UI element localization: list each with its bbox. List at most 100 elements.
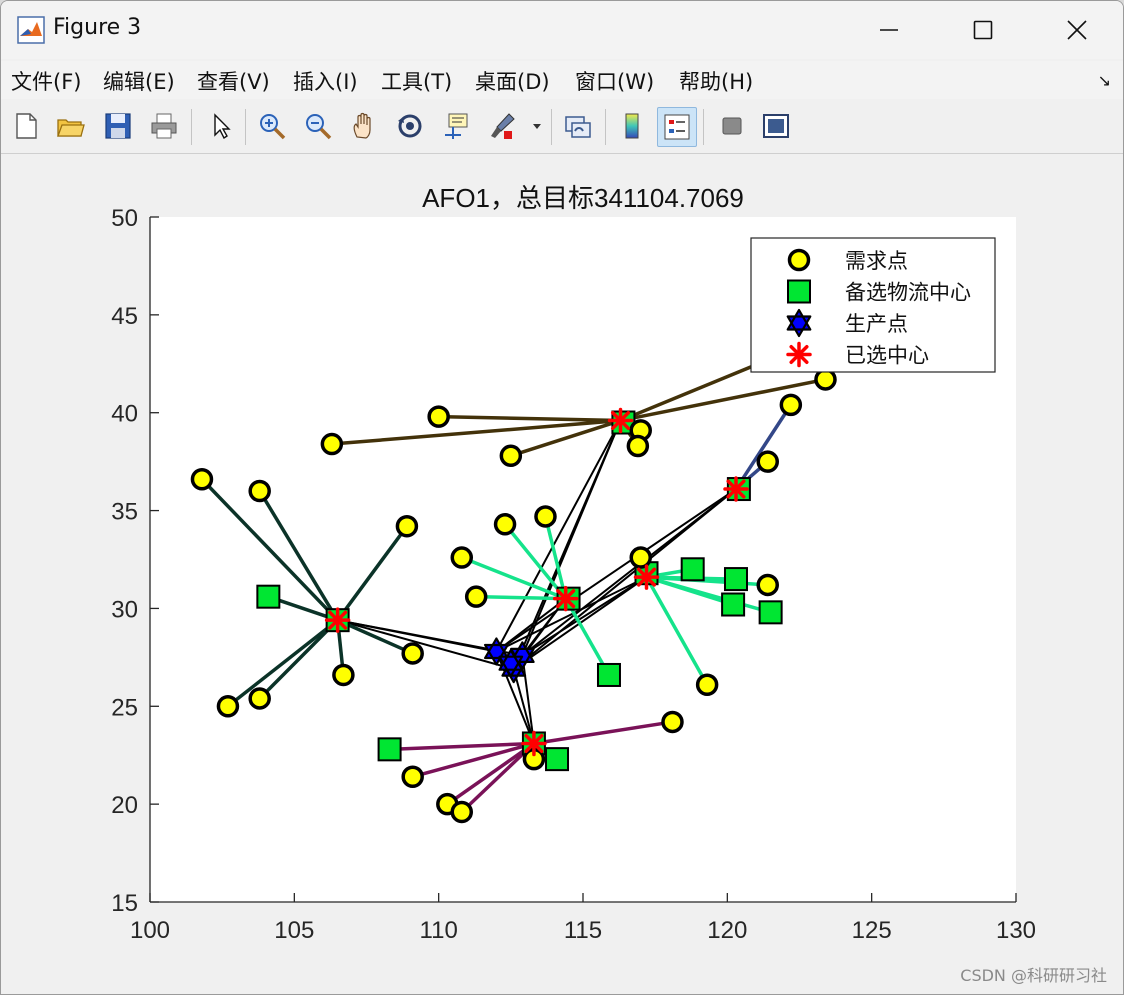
rotate-3d-button[interactable] <box>391 107 429 145</box>
show-plot-tools-button[interactable] <box>757 107 795 145</box>
close-button[interactable] <box>1031 1 1123 59</box>
hide-plot-tools-button[interactable] <box>713 107 751 145</box>
maximize-button[interactable] <box>937 1 1029 59</box>
close-icon <box>1067 20 1087 40</box>
menu-view[interactable]: 查看(V) <box>197 66 270 96</box>
demand-point-marker <box>661 710 684 734</box>
legend-demand-marker <box>787 248 811 272</box>
pan-button[interactable] <box>345 107 383 145</box>
candidate-center-marker <box>545 747 570 772</box>
demand-point-marker <box>248 687 271 710</box>
x-tick-label: 110 <box>420 917 458 944</box>
open-file-button[interactable] <box>51 107 89 145</box>
candidate-center-marker <box>256 584 281 609</box>
selected-center-marker <box>552 585 579 612</box>
zoom-out-icon <box>306 114 332 140</box>
save-icon <box>105 113 131 139</box>
legend-icon <box>664 114 690 140</box>
x-tick-label: 120 <box>707 917 747 944</box>
figure-toolbar <box>1 101 1123 154</box>
x-tick-label: 100 <box>130 917 170 944</box>
chevron-down-icon <box>533 124 541 129</box>
y-tick-label: 30 <box>111 596 138 623</box>
candidate-center-marker <box>596 662 621 687</box>
show-plot-tools-icon <box>763 114 789 138</box>
toolbar-separator <box>605 109 606 145</box>
demand-point-marker <box>756 573 779 597</box>
y-tick-label: 35 <box>111 499 138 526</box>
menu-window[interactable]: 窗口(W) <box>575 66 654 96</box>
legend-button[interactable] <box>657 107 697 147</box>
x-tick-label: 105 <box>274 917 314 944</box>
watermark: CSDN @科研研习社 <box>960 966 1107 985</box>
zoom-in-button[interactable] <box>253 107 291 145</box>
x-tick-label: 125 <box>852 917 892 944</box>
legend-selected-marker <box>786 341 812 368</box>
candidate-center-marker <box>377 737 402 762</box>
maximize-icon <box>973 20 993 40</box>
demand-point-marker <box>450 546 474 569</box>
demand-point-marker <box>626 434 650 458</box>
y-tick-label: 20 <box>111 792 138 819</box>
legend-label: 生产点 <box>845 312 908 336</box>
pan-icon <box>353 112 371 139</box>
toolbar-separator <box>245 109 246 145</box>
data-cursor-button[interactable] <box>437 107 475 145</box>
demand-point-marker <box>814 368 837 391</box>
menu-tools[interactable]: 工具(T) <box>381 66 452 96</box>
demand-point-marker <box>401 765 424 788</box>
pointer-icon <box>214 113 231 140</box>
print-button[interactable] <box>145 107 183 145</box>
demand-point-marker <box>756 450 779 473</box>
colorbar-icon <box>625 113 639 139</box>
demand-point-marker <box>395 514 419 538</box>
menu-edit[interactable]: 编辑(E) <box>103 66 175 96</box>
matlab-icon <box>17 16 45 44</box>
menu-file[interactable]: 文件(F) <box>11 66 81 96</box>
open-file-icon <box>57 119 85 137</box>
title-bar[interactable]: Figure 3 <box>1 1 1123 59</box>
demand-point-marker <box>332 663 355 687</box>
y-tick-label: 50 <box>111 205 138 232</box>
demand-point-marker <box>401 642 424 665</box>
print-icon <box>151 113 177 139</box>
pointer-button[interactable] <box>201 107 239 145</box>
x-tick-label: 115 <box>564 917 602 944</box>
zoom-in-icon <box>260 114 286 140</box>
brush-button[interactable] <box>483 107 521 145</box>
legend-label: 已选中心 <box>845 344 929 368</box>
legend-label: 备选物流中心 <box>845 281 971 305</box>
demand-point-marker <box>534 505 557 528</box>
dock-arrow-icon[interactable]: ↘ <box>1098 71 1111 90</box>
minimize-button[interactable] <box>843 1 935 59</box>
scatter-chart[interactable]: AFO1，总目标341104.7069 100 105 110 115 120 125 130… <box>1 154 1123 984</box>
menu-help[interactable]: 帮助(H) <box>679 66 753 96</box>
save-button[interactable] <box>99 107 137 145</box>
figure-window: Figure 3 文件(F) 编辑(E) 查看(V) 插入(I) 工具(T) 桌… <box>0 0 1124 995</box>
window-title: Figure 3 <box>53 15 142 40</box>
demand-point-marker <box>190 468 214 491</box>
link-plot-button[interactable] <box>559 107 597 145</box>
demand-point-marker <box>779 393 803 417</box>
candidate-center-marker <box>758 600 783 625</box>
menu-desktop[interactable]: 桌面(D) <box>475 66 550 96</box>
menu-insert[interactable]: 插入(I) <box>293 66 358 96</box>
y-tick-label: 45 <box>111 303 138 330</box>
legend-candidate-marker <box>787 279 811 304</box>
colorbar-button[interactable] <box>613 107 651 145</box>
x-tick-label: 130 <box>996 917 1036 944</box>
demand-point-marker <box>450 800 474 824</box>
zoom-out-button[interactable] <box>299 107 337 145</box>
data-cursor-icon <box>445 113 468 139</box>
selected-center-marker <box>633 564 660 590</box>
toolbar-separator <box>191 109 192 145</box>
demand-point-marker <box>427 405 450 428</box>
legend-label: 需求点 <box>845 249 908 273</box>
rotate-3d-icon <box>398 114 422 138</box>
new-figure-button[interactable] <box>7 107 45 145</box>
demand-point-marker <box>216 695 240 718</box>
brush-icon <box>491 113 515 139</box>
selected-center-marker <box>723 476 749 502</box>
hide-plot-tools-icon <box>722 117 742 135</box>
brush-dropdown[interactable] <box>527 107 547 145</box>
